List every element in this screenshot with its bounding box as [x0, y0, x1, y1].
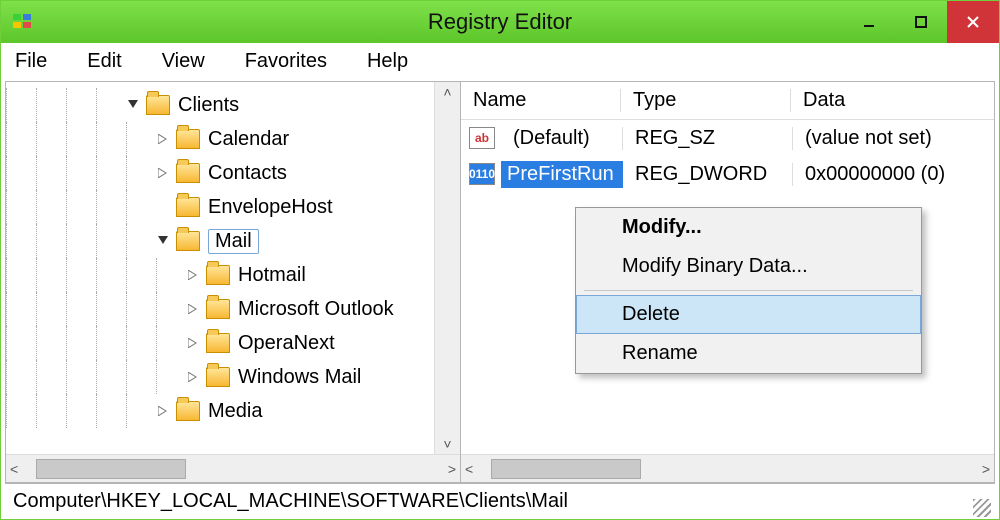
- folder-icon: [206, 265, 230, 285]
- dword-value-icon: 0110: [469, 163, 495, 185]
- ctx-modify[interactable]: Modify...: [576, 208, 921, 247]
- minimize-button[interactable]: [843, 1, 895, 43]
- tree-node-mail[interactable]: Mail: [6, 224, 460, 258]
- status-bar: Computer\HKEY_LOCAL_MACHINE\SOFTWARE\Cli…: [5, 483, 995, 519]
- tree-vertical-scrollbar[interactable]: ˄ ˅: [434, 82, 460, 454]
- tree-node-clients[interactable]: Clients: [6, 88, 460, 122]
- folder-open-icon: [176, 231, 200, 251]
- value-row-prefirstrun[interactable]: 0110 PreFirstRun REG_DWORD 0x00000000 (0…: [461, 156, 994, 192]
- scroll-right-icon[interactable]: >: [982, 461, 990, 477]
- title-bar[interactable]: Registry Editor: [1, 1, 999, 43]
- ctx-delete[interactable]: Delete: [576, 295, 921, 334]
- scroll-up-icon[interactable]: ˄: [435, 84, 460, 100]
- menu-separator: [584, 290, 913, 291]
- resize-grip-icon[interactable]: [973, 499, 991, 517]
- expand-icon[interactable]: [186, 370, 200, 384]
- tree-node-calendar[interactable]: Calendar: [6, 122, 460, 156]
- tree-node-media[interactable]: Media: [6, 394, 460, 428]
- folder-icon: [176, 197, 200, 217]
- maximize-button[interactable]: [895, 1, 947, 43]
- tree-label: Contacts: [208, 162, 287, 185]
- tree-label: Windows Mail: [238, 366, 361, 389]
- expand-icon[interactable]: [186, 268, 200, 282]
- menu-view[interactable]: View: [156, 48, 211, 75]
- expand-icon[interactable]: [156, 404, 170, 418]
- tree-label: Calendar: [208, 128, 289, 151]
- value-data: (value not set): [793, 127, 994, 150]
- folder-icon: [146, 95, 170, 115]
- menu-file[interactable]: File: [9, 48, 53, 75]
- collapse-icon[interactable]: [126, 98, 140, 112]
- column-type[interactable]: Type: [621, 89, 791, 112]
- folder-icon: [176, 129, 200, 149]
- tree-node-envelopehost[interactable]: EnvelopeHost: [6, 190, 460, 224]
- value-type: REG_DWORD: [623, 163, 793, 186]
- scroll-thumb[interactable]: [36, 459, 186, 479]
- app-icon: [11, 10, 35, 34]
- column-name[interactable]: Name: [461, 89, 621, 112]
- value-name: (Default): [501, 127, 623, 150]
- folder-icon: [176, 401, 200, 421]
- scroll-left-icon[interactable]: <: [10, 461, 18, 477]
- tree-label: Media: [208, 400, 262, 423]
- status-path: Computer\HKEY_LOCAL_MACHINE\SOFTWARE\Cli…: [13, 490, 568, 513]
- scroll-right-icon[interactable]: >: [448, 461, 456, 477]
- tree-label: EnvelopeHost: [208, 196, 333, 219]
- value-type: REG_SZ: [623, 127, 793, 150]
- menu-edit[interactable]: Edit: [81, 48, 127, 75]
- folder-icon: [176, 163, 200, 183]
- string-value-icon: ab: [469, 127, 495, 149]
- tree-node-contacts[interactable]: Contacts: [6, 156, 460, 190]
- values-header: Name Type Data: [461, 82, 994, 120]
- menu-help[interactable]: Help: [361, 48, 414, 75]
- ctx-rename[interactable]: Rename: [576, 334, 921, 373]
- tree-node-operanext[interactable]: OperaNext: [6, 326, 460, 360]
- column-data[interactable]: Data: [791, 89, 994, 112]
- tree-label: OperaNext: [238, 332, 335, 355]
- values-horizontal-scrollbar[interactable]: < >: [461, 454, 994, 482]
- menu-bar: File Edit View Favorites Help: [1, 43, 999, 79]
- tree-node-hotmail[interactable]: Hotmail: [6, 258, 460, 292]
- value-data: 0x00000000 (0): [793, 163, 994, 186]
- expand-icon[interactable]: [156, 166, 170, 180]
- ctx-modify-binary[interactable]: Modify Binary Data...: [576, 247, 921, 286]
- value-row-default[interactable]: ab (Default) REG_SZ (value not set): [461, 120, 994, 156]
- menu-favorites[interactable]: Favorites: [239, 48, 333, 75]
- scroll-down-icon[interactable]: ˅: [435, 436, 460, 452]
- tree-horizontal-scrollbar[interactable]: < >: [6, 454, 460, 482]
- tree-panel: Clients Calendar Contacts: [6, 82, 461, 482]
- context-menu: Modify... Modify Binary Data... Delete R…: [575, 207, 922, 374]
- folder-icon: [206, 333, 230, 353]
- expand-icon[interactable]: [186, 302, 200, 316]
- tree-view[interactable]: Clients Calendar Contacts: [6, 82, 460, 454]
- close-button[interactable]: [947, 1, 999, 43]
- tree-node-msoutlook[interactable]: Microsoft Outlook: [6, 292, 460, 326]
- no-toggle-icon: [156, 200, 170, 214]
- folder-icon: [206, 367, 230, 387]
- collapse-icon[interactable]: [156, 234, 170, 248]
- window-buttons: [843, 1, 999, 43]
- expand-icon[interactable]: [156, 132, 170, 146]
- tree-label: Clients: [178, 94, 239, 117]
- tree-label: Mail: [208, 229, 259, 254]
- expand-icon[interactable]: [186, 336, 200, 350]
- folder-icon: [206, 299, 230, 319]
- scroll-thumb[interactable]: [491, 459, 641, 479]
- tree-node-winmail[interactable]: Windows Mail: [6, 360, 460, 394]
- tree-label: Hotmail: [238, 264, 306, 287]
- value-name: PreFirstRun: [501, 161, 623, 188]
- tree-label: Microsoft Outlook: [238, 298, 394, 321]
- scroll-left-icon[interactable]: <: [465, 461, 473, 477]
